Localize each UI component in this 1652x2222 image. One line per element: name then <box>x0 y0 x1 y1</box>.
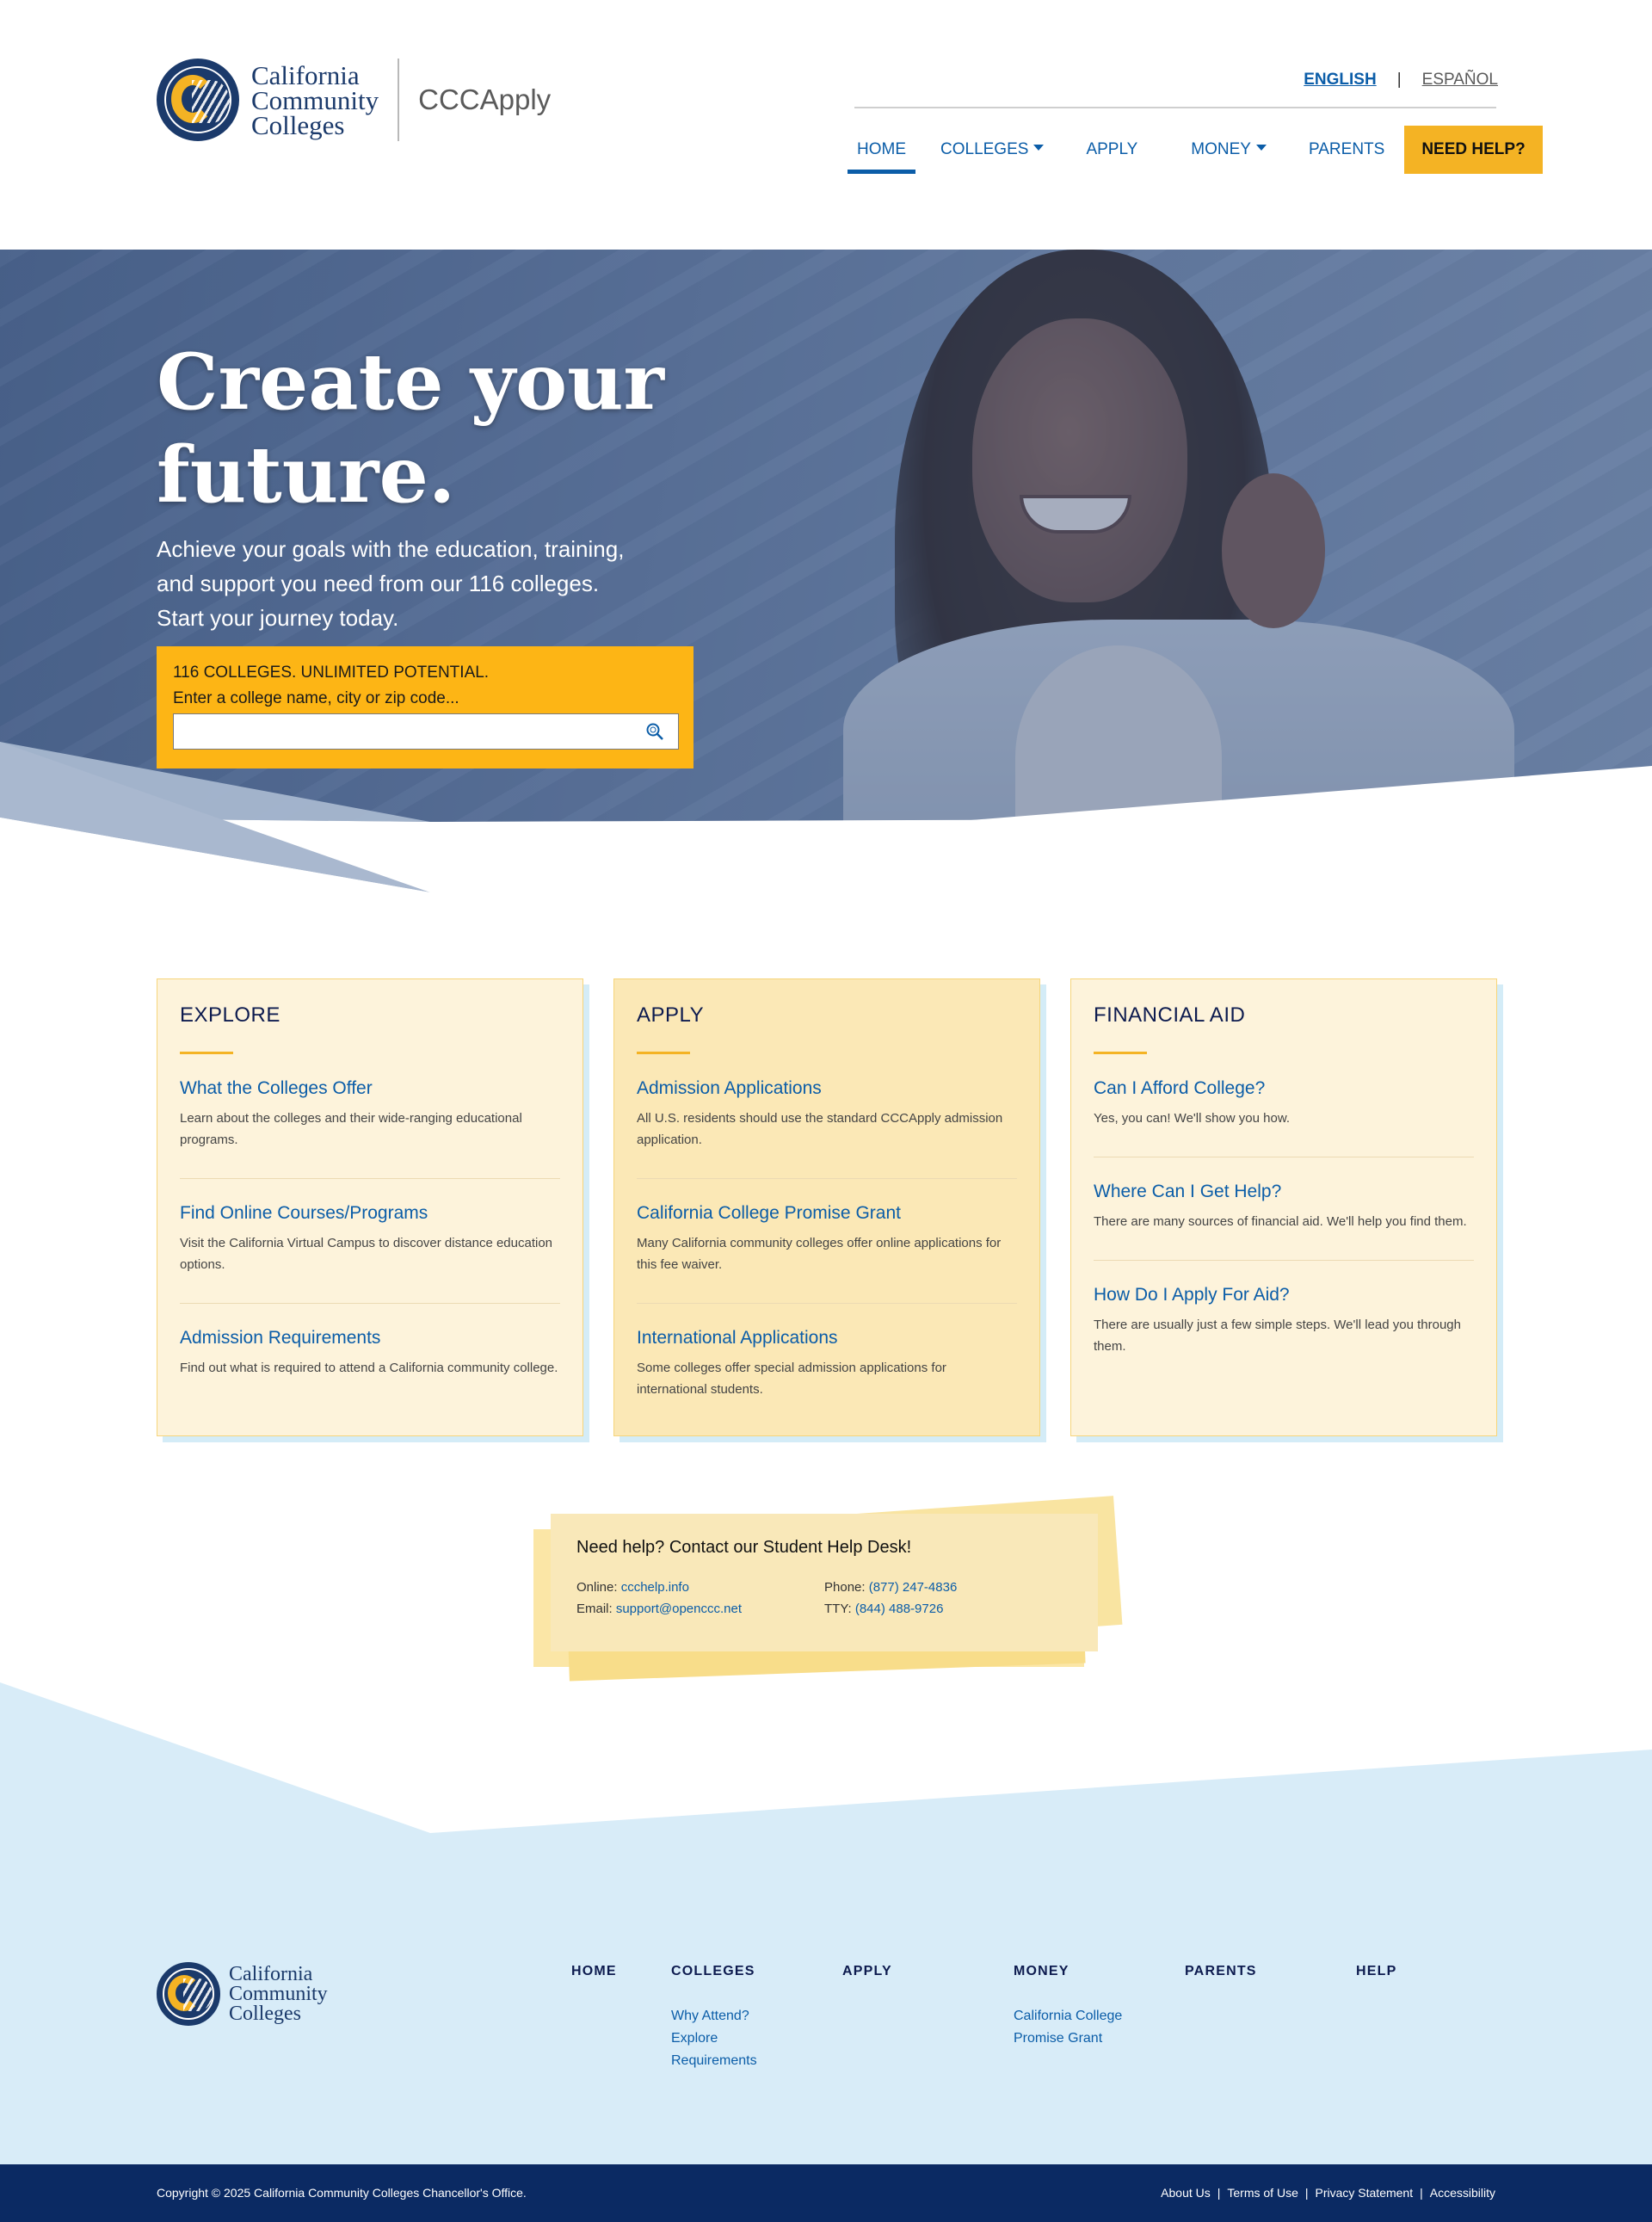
help-tty: TTY: (844) 488-9726 <box>824 1602 944 1616</box>
about-us-link[interactable]: About Us <box>1161 2186 1211 2200</box>
accessibility-link[interactable]: Accessibility <box>1430 2186 1495 2200</box>
separator: | <box>1304 2186 1309 2200</box>
explore-card: EXPLORE What the Colleges Offer Learn ab… <box>157 978 583 1436</box>
terms-link[interactable]: Terms of Use <box>1227 2186 1298 2200</box>
footer-heading[interactable]: HELP <box>1356 1964 1396 1979</box>
nav-home[interactable]: HOME <box>848 126 915 174</box>
nav-apply[interactable]: APPLY <box>1076 126 1147 174</box>
footer-heading[interactable]: MONEY <box>1014 1964 1143 1979</box>
chevron-down-icon <box>1033 144 1045 151</box>
footer-logo[interactable]: California Community Colleges <box>157 1962 328 2026</box>
help-email: Email: support@openccc.net <box>576 1602 742 1616</box>
footer-background <box>0 1682 1652 2164</box>
help-title: Need help? Contact our Student Help Desk… <box>576 1538 912 1557</box>
card-title: APPLY <box>637 1003 705 1027</box>
help-phone-link[interactable]: (877) 247-4836 <box>869 1580 958 1595</box>
apply-card: APPLY Admission Applications All U.S. re… <box>613 978 1040 1436</box>
app-name: CCCApply <box>418 83 552 115</box>
footer-col-home: HOME <box>571 1964 617 1979</box>
footer-link[interactable]: California College Promise Grant <box>1014 2005 1143 2050</box>
card-desc: There are usually just a few simple step… <box>1094 1318 1461 1354</box>
footer-heading[interactable]: APPLY <box>842 1964 892 1979</box>
card-desc: Some colleges offer special admission ap… <box>637 1361 946 1397</box>
lang-spanish-link[interactable]: ESPAÑOL <box>1422 71 1498 89</box>
help-online: Online: ccchelp.info <box>576 1580 689 1595</box>
card-link[interactable]: California College Promise Grant <box>637 1203 1017 1224</box>
card-desc: There are many sources of financial aid.… <box>1094 1214 1467 1229</box>
need-help-button[interactable]: NEED HELP? <box>1404 126 1543 174</box>
lang-separator: | <box>1396 71 1402 89</box>
footer-link[interactable]: Explore <box>671 2028 800 2050</box>
card-desc: Yes, you can! We'll show you how. <box>1094 1111 1290 1126</box>
financial-aid-card: FINANCIAL AID Can I Afford College? Yes,… <box>1070 978 1497 1436</box>
card-link[interactable]: International Applications <box>637 1328 1017 1349</box>
nav-colleges[interactable]: COLLEGES <box>931 126 1053 174</box>
help-desk-card: Need help? Contact our Student Help Desk… <box>551 1514 1098 1651</box>
bottom-bar: Copyright © 2025 California Community Co… <box>0 2164 1652 2222</box>
footer-col-colleges: COLLEGES Why Attend? Explore Requirement… <box>671 1964 800 2072</box>
card-link[interactable]: How Do I Apply For Aid? <box>1094 1285 1474 1305</box>
help-desk-panel: Need help? Contact our Student Help Desk… <box>533 1491 1127 1682</box>
copyright: Copyright © 2025 California Community Co… <box>157 2186 527 2200</box>
card-link[interactable]: What the Colleges Offer <box>180 1078 560 1099</box>
footer-heading[interactable]: COLLEGES <box>671 1964 800 1979</box>
card-desc: Visit the California Virtual Campus to d… <box>180 1236 553 1272</box>
site-logo[interactable]: California Community Colleges CCCApply <box>157 59 551 141</box>
card-link[interactable]: Admission Requirements <box>180 1328 560 1349</box>
card-link[interactable]: Find Online Courses/Programs <box>180 1203 560 1224</box>
footer-logo-wordmark: California Community Colleges <box>229 1962 328 2025</box>
nav-parents[interactable]: PARENTS <box>1299 126 1394 174</box>
footer-link[interactable]: Why Attend? <box>671 2005 800 2028</box>
site-header: California Community Colleges CCCApply E… <box>0 0 1652 250</box>
card-title: EXPLORE <box>180 1003 280 1027</box>
card-link[interactable]: Where Can I Get Help? <box>1094 1182 1474 1202</box>
logo-divider <box>398 59 400 141</box>
search-icon[interactable] <box>645 722 664 741</box>
ccc-seal-icon <box>157 59 239 141</box>
footer-link[interactable]: Requirements <box>671 2050 800 2072</box>
help-phone: Phone: (877) 247-4836 <box>824 1580 958 1595</box>
search-heading: 116 COLLEGES. UNLIMITED POTENTIAL. Enter… <box>173 664 490 707</box>
footer-heading[interactable]: HOME <box>571 1964 617 1979</box>
help-email-link[interactable]: support@openccc.net <box>616 1602 742 1616</box>
ccc-seal-icon <box>157 1962 220 2026</box>
nav-money[interactable]: MONEY <box>1181 126 1276 174</box>
chevron-down-icon <box>1255 144 1267 151</box>
privacy-link[interactable]: Privacy Statement <box>1316 2186 1414 2200</box>
logo-wordmark: California Community Colleges <box>251 59 379 140</box>
card-desc: Learn about the colleges and their wide-… <box>180 1111 522 1147</box>
college-search-input[interactable] <box>173 713 679 750</box>
footer-col-money: MONEY California College Promise Grant <box>1014 1964 1143 2050</box>
footer-heading[interactable]: PARENTS <box>1185 1964 1257 1979</box>
card-desc: Many California community colleges offer… <box>637 1236 1002 1272</box>
card-desc: Find out what is required to attend a Ca… <box>180 1361 558 1375</box>
footer-col-apply: APPLY <box>842 1964 892 1979</box>
language-switcher: ENGLISH | ESPAÑOL <box>1304 71 1498 89</box>
hero-title: Create your future. <box>157 336 664 521</box>
legal-links: About Us | Terms of Use | Privacy Statem… <box>1161 2186 1495 2200</box>
hero-subtitle: Achieve your goals with the education, t… <box>157 536 625 631</box>
hero-banner: Create your future. Achieve your goals w… <box>0 250 1652 895</box>
card-link[interactable]: Admission Applications <box>637 1078 1017 1099</box>
lang-english-link[interactable]: ENGLISH <box>1304 71 1376 89</box>
help-tty-link[interactable]: (844) 488-9726 <box>855 1602 944 1616</box>
card-link[interactable]: Can I Afford College? <box>1094 1078 1474 1099</box>
header-divider <box>854 107 1496 108</box>
card-desc: All U.S. residents should use the standa… <box>637 1111 1003 1147</box>
college-search-panel: 116 COLLEGES. UNLIMITED POTENTIAL. Enter… <box>157 646 693 768</box>
footer-col-help: HELP <box>1356 1964 1396 1979</box>
footer-col-parents: PARENTS <box>1185 1964 1257 1979</box>
separator: | <box>1217 2186 1221 2200</box>
card-title: FINANCIAL AID <box>1094 1003 1246 1027</box>
help-online-link[interactable]: ccchelp.info <box>621 1580 689 1595</box>
separator: | <box>1420 2186 1423 2200</box>
main-nav: HOME COLLEGES APPLY MONEY PARENTS NEED H… <box>848 126 1543 174</box>
